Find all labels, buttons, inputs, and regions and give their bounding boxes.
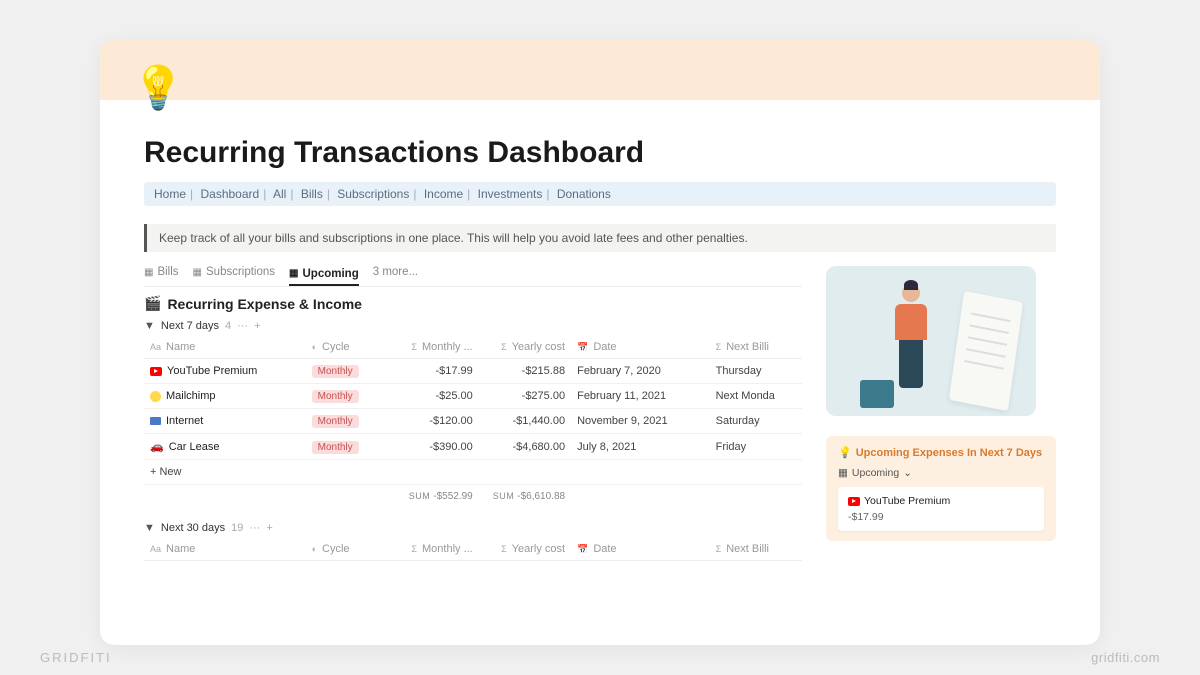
page-icon: 💡 <box>132 64 184 113</box>
sidebar-column: 💡 Upcoming Expenses In Next 7 Days ▦ Upc… <box>826 266 1056 561</box>
table-row[interactable]: Mailchimp Monthly -$25.00 -$275.00 Febru… <box>144 384 802 409</box>
formula-icon: Σ <box>411 342 417 352</box>
table-icon: ▦ <box>289 268 298 279</box>
col-name[interactable]: AaName <box>144 336 306 359</box>
formula-icon: Σ <box>501 342 507 352</box>
description-callout: Keep track of all your bills and subscri… <box>144 224 1056 252</box>
main-column: ▦Bills ▦Subscriptions ▦Upcoming 3 more..… <box>144 266 802 561</box>
upcoming-item[interactable]: YouTube Premium -$17.99 <box>838 487 1044 531</box>
col-next[interactable]: ΣNext Billi <box>710 538 802 561</box>
text-icon: Aa <box>150 544 161 554</box>
sum-row: SUM-$552.99 SUM-$6,610.88 <box>144 485 802 509</box>
new-row-button[interactable]: + New <box>144 460 802 485</box>
bulb-icon: 💡 <box>838 446 852 459</box>
table-icon: ▦ <box>838 467 848 479</box>
col-yearly[interactable]: ΣYearly cost <box>479 336 571 359</box>
breadcrumb: Home| Dashboard| All| Bills| Subscriptio… <box>144 182 1056 206</box>
breadcrumb-bills[interactable]: Bills <box>301 187 323 201</box>
cycle-tag: Monthly <box>312 415 359 428</box>
col-next[interactable]: ΣNext Billi <box>710 336 802 359</box>
text-icon: Aa <box>150 342 161 352</box>
page-footer: GRIDFITI gridfiti.com <box>40 650 1160 665</box>
breadcrumb-home[interactable]: Home <box>154 187 186 201</box>
table-row[interactable]: Internet Monthly -$120.00 -$1,440.00 Nov… <box>144 409 802 434</box>
upcoming-view-selector[interactable]: ▦ Upcoming ⌄ <box>838 467 1044 479</box>
mailchimp-icon <box>150 391 161 402</box>
select-icon: ◐ <box>312 544 317 554</box>
calendar-icon: 📅 <box>577 544 588 555</box>
breadcrumb-income[interactable]: Income <box>424 187 463 201</box>
youtube-icon <box>150 367 162 376</box>
formula-icon: Σ <box>411 544 417 554</box>
col-date[interactable]: 📅Date <box>571 538 710 561</box>
col-yearly[interactable]: ΣYearly cost <box>479 538 571 561</box>
tab-subscriptions[interactable]: ▦Subscriptions <box>193 266 276 282</box>
breadcrumb-subscriptions[interactable]: Subscriptions <box>337 187 409 201</box>
view-tabs: ▦Bills ▦Subscriptions ▦Upcoming 3 more..… <box>144 266 802 287</box>
formula-icon: Σ <box>716 544 722 554</box>
tab-bills[interactable]: ▦Bills <box>144 266 179 282</box>
breadcrumb-donations[interactable]: Donations <box>557 187 611 201</box>
table-icon: ▦ <box>193 267 202 278</box>
cycle-tag: Monthly <box>312 441 359 454</box>
car-icon: 🚗 <box>150 440 164 453</box>
app-window: 💡 Recurring Transactions Dashboard Home|… <box>100 40 1100 645</box>
page-title: Recurring Transactions Dashboard <box>144 136 1056 170</box>
add-row-icon[interactable]: + <box>266 522 272 534</box>
section-icon: 🎬 <box>144 295 161 312</box>
chevron-down-icon: ⌄ <box>903 467 912 479</box>
breadcrumb-investments[interactable]: Investments <box>478 187 543 201</box>
tab-more[interactable]: 3 more... <box>373 266 418 282</box>
upcoming-expenses-card: 💡 Upcoming Expenses In Next 7 Days ▦ Upc… <box>826 436 1056 541</box>
header-band: 💡 <box>100 40 1100 100</box>
cycle-tag: Monthly <box>312 390 359 403</box>
group-next-30-days[interactable]: ▼ Next 30 days 19 ··· + <box>144 522 802 534</box>
table-icon: ▦ <box>144 267 153 278</box>
formula-icon: Σ <box>501 544 507 554</box>
toggle-icon[interactable]: ▼ <box>144 320 155 332</box>
brand-name: GRIDFITI <box>40 650 112 665</box>
cycle-tag: Monthly <box>312 365 359 378</box>
formula-icon: Σ <box>716 342 722 352</box>
tab-upcoming[interactable]: ▦Upcoming <box>289 268 359 286</box>
col-cycle[interactable]: ◐Cycle <box>306 538 387 561</box>
youtube-icon <box>848 497 860 506</box>
internet-icon <box>150 417 161 425</box>
add-row-icon[interactable]: + <box>254 320 260 332</box>
table-row[interactable]: 🚗Car Lease Monthly -$390.00 -$4,680.00 J… <box>144 434 802 460</box>
select-icon: ◐ <box>312 342 317 352</box>
toggle-icon[interactable]: ▼ <box>144 522 155 534</box>
col-date[interactable]: 📅Date <box>571 336 710 359</box>
col-monthly[interactable]: ΣMonthly ... <box>386 538 478 561</box>
breadcrumb-all[interactable]: All <box>273 187 286 201</box>
expense-table: AaName ◐Cycle ΣMonthly ... ΣYearly cost … <box>144 336 802 508</box>
group-next-7-days[interactable]: ▼ Next 7 days 4 ··· + <box>144 320 802 332</box>
section-title: 🎬 Recurring Expense & Income <box>144 295 802 312</box>
brand-url: gridfiti.com <box>1091 650 1160 665</box>
illustration <box>826 266 1036 416</box>
group-menu-icon[interactable]: ··· <box>237 320 248 332</box>
col-cycle[interactable]: ◐Cycle <box>306 336 387 359</box>
expense-table-30: AaName ◐Cycle ΣMonthly ... ΣYearly cost … <box>144 538 802 561</box>
col-monthly[interactable]: ΣMonthly ... <box>386 336 478 359</box>
table-row[interactable]: YouTube Premium Monthly -$17.99 -$215.88… <box>144 359 802 384</box>
col-name[interactable]: AaName <box>144 538 306 561</box>
breadcrumb-dashboard[interactable]: Dashboard <box>200 187 259 201</box>
calendar-icon: 📅 <box>577 342 588 353</box>
group-menu-icon[interactable]: ··· <box>249 522 260 534</box>
page-content: Recurring Transactions Dashboard Home| D… <box>100 100 1100 561</box>
